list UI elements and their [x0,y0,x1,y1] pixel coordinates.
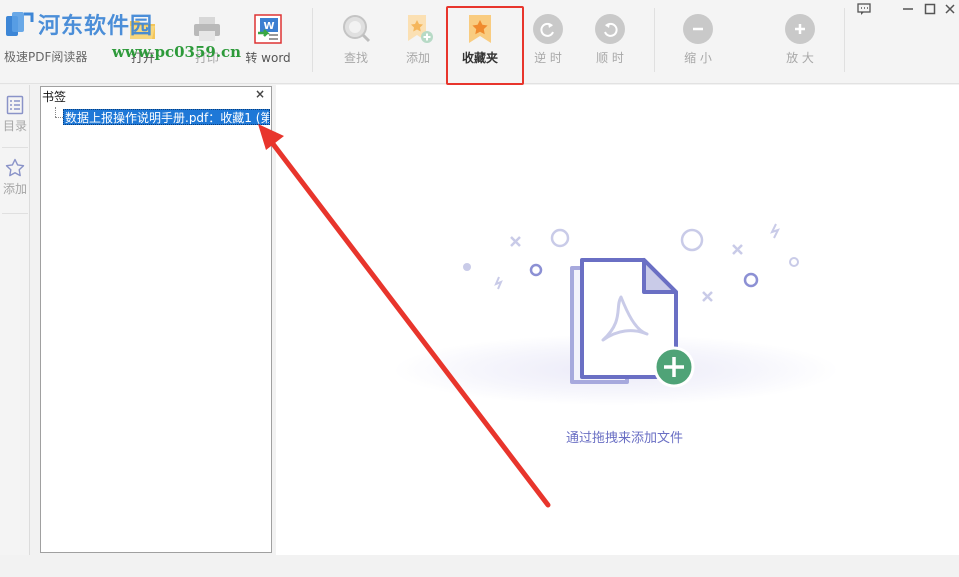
app-logo-icon [6,12,34,36]
add-bookmark-label: 添加 [405,51,430,65]
toc-list-icon [6,95,24,115]
print-button[interactable]: 打印 [182,0,232,78]
zoom-in-label: 放 大 [786,51,814,65]
add-file-illustration [463,223,799,388]
watermark-site-name: 河东软件园 [38,13,154,39]
close-icon[interactable] [940,1,959,17]
rotate-ccw-button[interactable]: 逆 时 [524,0,572,78]
rotate-ccw-icon [531,12,565,46]
printer-icon [190,12,224,46]
search-icon [339,12,373,46]
convert-word-button[interactable]: W 转 word [240,0,296,78]
add-bookmark-icon [401,12,435,46]
maximize-icon[interactable] [920,1,940,17]
zoom-in-icon [783,12,817,46]
convert-word-icon: W [251,12,285,46]
rotate-cw-label: 顺 时 [596,51,624,65]
add-bookmark-button[interactable]: 添加 [394,0,442,78]
favorites-label: 收藏夹 [461,51,498,65]
rotate-cw-button[interactable]: 顺 时 [586,0,634,78]
close-icon[interactable]: × [255,87,265,101]
drop-hint: 通过拖拽来添加文件 [565,431,683,446]
sidebar-item-toc[interactable]: 目录 [0,95,30,134]
bookmark-panel: 书签 × 数据上报操作说明手册.pdf：收藏1 (第 [40,86,272,553]
zoom-in-button[interactable]: 放 大 [776,0,824,78]
sidebar-item-label: 目录 [2,119,27,133]
favorites-star-icon [463,12,497,46]
toolbar-divider [312,8,313,72]
document-area[interactable]: 通过拖拽来添加文件 [276,85,959,555]
zoom-out-button[interactable]: 缩 小 [674,0,722,78]
tree-connector [55,107,56,117]
status-strip [0,555,959,577]
convert-word-label: 转 word [245,51,291,65]
toolbar: 极速PDF阅读器 打开 打印 W 转 word 查找 添加 收藏夹 逆 时 顺 … [0,0,959,85]
bookmark-item[interactable]: 数据上报操作说明手册.pdf：收藏1 (第 [63,109,270,125]
sidebar-divider [2,213,28,214]
toolbar-divider [654,8,655,72]
sidebar-divider [2,147,28,148]
bookmark-panel-title: 书签 [42,90,67,104]
feedback-icon[interactable] [854,1,874,17]
app-name-label: 极速PDF阅读器 [4,50,88,64]
rotate-cw-icon [593,12,627,46]
watermark-site-url: www.pc0359.cn [112,43,242,61]
toolbar-divider [844,8,845,72]
search-label: 查找 [343,51,368,65]
star-outline-icon [5,158,25,177]
sidebar-item-add[interactable]: 添加 [0,158,30,197]
favorites-button[interactable]: 收藏夹 [452,0,508,78]
zoom-out-label: 缩 小 [684,51,712,65]
search-button[interactable]: 查找 [332,0,380,78]
sidebar-item-label: 添加 [2,182,27,196]
zoom-out-icon [681,12,715,46]
bookmark-panel-header: 书签 × [41,87,271,104]
minimize-icon[interactable] [898,1,918,17]
rotate-ccw-label: 逆 时 [534,51,562,65]
tree-connector [55,117,63,118]
left-sidebar: 目录 添加 [0,85,30,555]
